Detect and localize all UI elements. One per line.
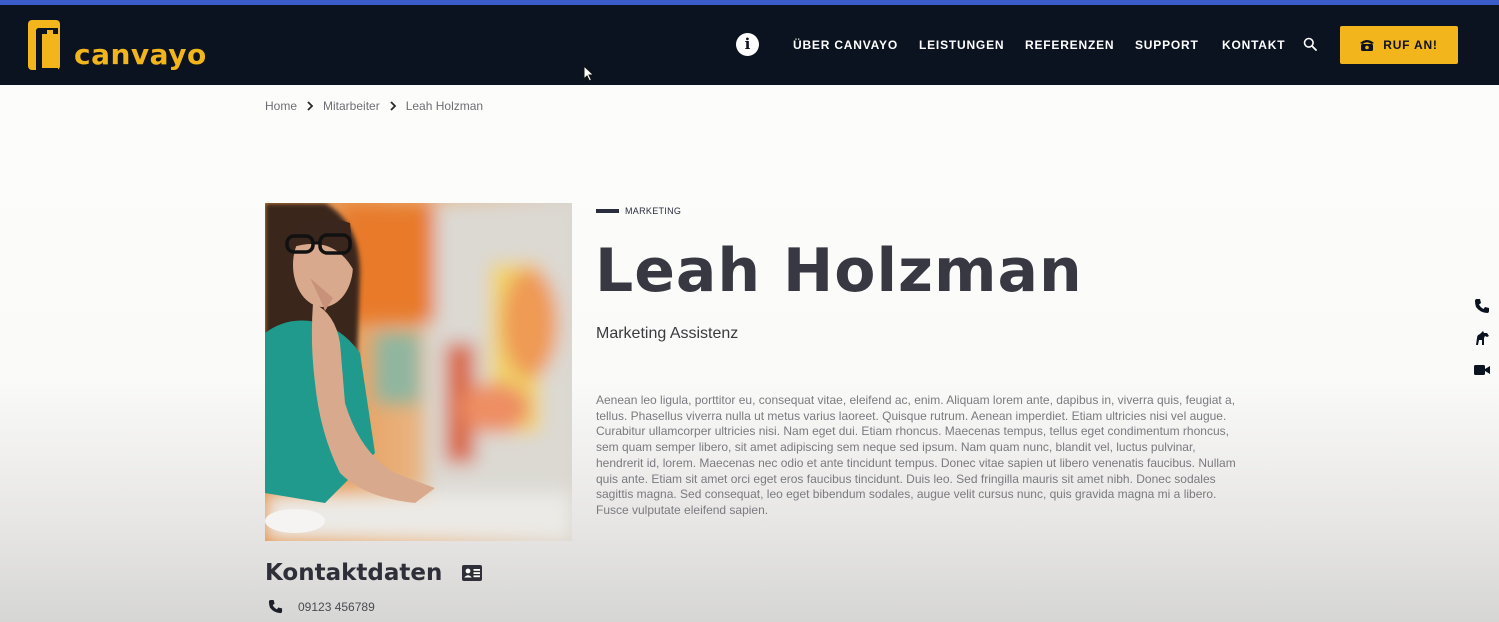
breadcrumb-mitarbeiter[interactable]: Mitarbeiter xyxy=(323,99,380,113)
department-bar xyxy=(596,209,619,213)
logo-text: canvayo xyxy=(74,37,207,71)
profile-photo xyxy=(265,203,572,541)
logo-mark-icon xyxy=(28,20,60,74)
contact-title-text: Kontaktdaten xyxy=(265,560,443,586)
horse-icon[interactable] xyxy=(1474,330,1490,346)
call-now-button[interactable]: RUF AN! xyxy=(1340,26,1458,64)
chevron-right-icon xyxy=(390,101,396,111)
id-card-icon xyxy=(462,565,483,581)
department-label: MARKETING xyxy=(625,206,682,216)
nav-item-referenzen[interactable]: REFERENZEN xyxy=(1025,38,1114,52)
side-toolbar xyxy=(1474,298,1492,394)
video-camera-icon[interactable] xyxy=(1474,362,1490,378)
info-icon[interactable]: i xyxy=(736,33,759,56)
breadcrumb: Home Mitarbeiter Leah Holzman xyxy=(265,99,483,113)
nav-item-support[interactable]: SUPPORT xyxy=(1135,38,1199,52)
site-header: canvayo i ÜBER CANVAYO LEISTUNGEN REFERE… xyxy=(0,5,1499,85)
search-icon[interactable] xyxy=(1303,37,1317,51)
employee-role: Marketing Assistenz xyxy=(596,325,739,342)
nav-item-kontakt[interactable]: KONTAKT xyxy=(1222,38,1285,52)
employee-name: Leah Holzman xyxy=(595,236,1083,306)
nav-item-leistungen[interactable]: LEISTUNGEN xyxy=(919,38,1004,52)
site-logo[interactable]: canvayo xyxy=(28,15,207,75)
contact-phone[interactable]: 09123 456789 xyxy=(268,599,375,614)
phone-icon xyxy=(268,599,283,614)
breadcrumb-home[interactable]: Home xyxy=(265,99,297,113)
contact-section-title: Kontaktdaten xyxy=(265,560,483,586)
call-button-label: RUF AN! xyxy=(1383,38,1438,52)
nav-item-ueber-canvayo[interactable]: ÜBER CANVAYO xyxy=(793,38,898,52)
phone-handset-icon xyxy=(1360,40,1375,51)
profile-photo-image xyxy=(265,203,572,541)
breadcrumb-current: Leah Holzman xyxy=(405,99,484,113)
department-tag: MARKETING xyxy=(596,206,681,216)
chevron-right-icon xyxy=(307,101,314,111)
phone-icon[interactable] xyxy=(1474,298,1490,314)
contact-phone-number: 09123 456789 xyxy=(298,599,375,614)
employee-bio: Aenean leo ligula, porttitor eu, consequ… xyxy=(596,393,1236,517)
mouse-cursor-icon xyxy=(583,65,595,82)
